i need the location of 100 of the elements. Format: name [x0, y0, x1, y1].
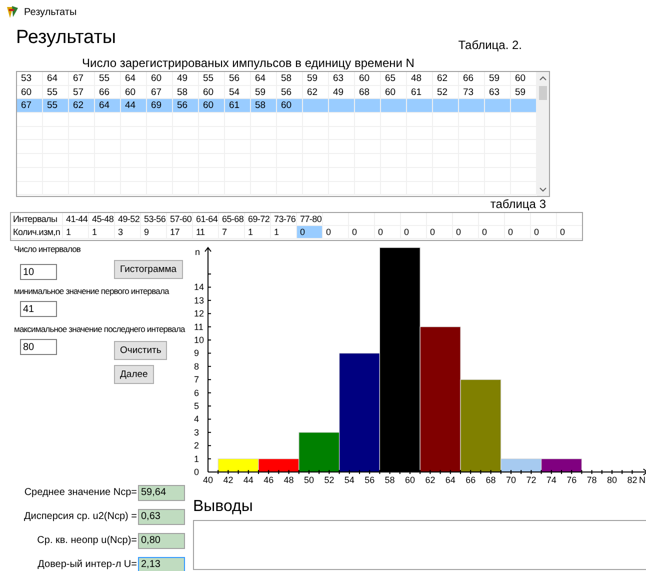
table-cell	[323, 213, 349, 226]
table-cell: 57-60	[167, 213, 193, 226]
axis-label: 54	[344, 475, 354, 485]
table-cell	[531, 213, 557, 226]
conclusions-field[interactable]	[193, 520, 646, 570]
table-cell[interactable]: 1	[63, 226, 89, 239]
table-cell: 65	[381, 72, 407, 86]
table-cell: 60	[355, 72, 381, 86]
table-cell[interactable]: 0	[505, 226, 531, 239]
table-cell: 61	[225, 99, 251, 114]
table-cell	[225, 113, 251, 127]
table-cell	[199, 182, 225, 196]
table-cell	[329, 113, 355, 127]
table-cell[interactable]: 0	[323, 226, 349, 239]
table-cell	[95, 113, 121, 127]
table-cell: 49-52	[115, 213, 141, 226]
table-cell	[329, 182, 355, 196]
table-cell	[17, 140, 43, 154]
result-field[interactable]: 2,13	[138, 556, 185, 571]
table-cell[interactable]: 0	[453, 226, 479, 239]
table-cell	[407, 182, 433, 196]
table-cell	[427, 213, 453, 226]
table-cell	[17, 113, 43, 127]
input-field[interactable]: 10	[20, 264, 57, 280]
table-label: таблица 3	[489, 197, 546, 212]
table-cell: 60	[199, 99, 225, 114]
table-cell	[303, 182, 329, 196]
table-cell	[17, 154, 43, 168]
table-cell[interactable]: 0	[401, 226, 427, 239]
table-cell	[69, 113, 95, 127]
table-cell[interactable]: 9	[141, 226, 167, 239]
action-button[interactable]: Очистить	[114, 341, 168, 360]
table-cell	[407, 99, 433, 114]
table-cell	[401, 213, 427, 226]
result-field[interactable]: 0,80	[138, 532, 185, 548]
table-cell[interactable]: 0	[531, 226, 557, 239]
table-label: Таблица. 2.	[458, 38, 522, 54]
table-cell	[277, 182, 303, 196]
axis-label: 5	[194, 401, 200, 411]
table-cell: 61-64	[193, 213, 219, 226]
table-cell[interactable]: 0	[375, 226, 401, 239]
input-field[interactable]: 41	[20, 301, 57, 317]
table-cell	[147, 182, 173, 196]
table-cell: 55	[43, 99, 69, 114]
table-cell	[459, 99, 485, 114]
axis-label: 40	[203, 475, 213, 485]
table-cell	[329, 99, 355, 114]
axis-label: 44	[243, 475, 254, 485]
table-cell[interactable]: 0	[297, 226, 323, 239]
table-cell	[121, 113, 147, 127]
axis-label: 7	[194, 374, 200, 385]
table-cell: 56	[225, 72, 251, 86]
table-cell	[17, 182, 43, 196]
table-cell[interactable]: 1	[89, 226, 115, 239]
stat-label: Дисперсия ср. u2(Nср) =	[24, 511, 137, 522]
table-cell: 62	[433, 72, 459, 86]
axis-label: 80	[607, 475, 617, 485]
table-cell	[277, 113, 303, 127]
table-cell: 65-68	[219, 213, 245, 226]
axis-label: 4	[194, 414, 200, 424]
stat-label: Ср. кв. неопр u(Nср)=	[37, 535, 137, 546]
table-cell	[121, 182, 147, 196]
axis-label: 2	[194, 440, 200, 451]
table-cell: 53	[17, 72, 43, 86]
field-label: Число интервалов	[14, 243, 81, 255]
table-cell[interactable]: 11	[193, 226, 219, 239]
table-cell	[225, 182, 251, 196]
table-cell[interactable]: 17	[167, 226, 193, 239]
table-cell	[251, 182, 277, 196]
table-cell[interactable]: 1	[245, 226, 271, 239]
axis-label: 72	[526, 475, 536, 485]
field-label: максимальное значение последнего интервала	[14, 323, 185, 335]
table-cell: 44	[121, 99, 147, 114]
result-field[interactable]: 0,63	[138, 508, 185, 524]
table-cell[interactable]: 0	[557, 226, 582, 239]
table-cell[interactable]: 0	[479, 226, 505, 239]
table-cell: 55	[199, 72, 225, 86]
input-field[interactable]: 80	[20, 339, 57, 355]
table-cell: 64	[251, 72, 277, 86]
action-button[interactable]: Гистограмма	[114, 260, 183, 279]
table-cell	[433, 99, 459, 114]
result-field[interactable]: 59,64	[138, 484, 185, 500]
table-cell: 45-48	[89, 213, 115, 226]
axis-label: 0	[194, 467, 200, 477]
table-cell	[17, 168, 43, 182]
table-cell: 66	[459, 72, 485, 86]
table-cell	[485, 182, 511, 196]
table-cell[interactable]: 7	[219, 226, 245, 239]
table-cell[interactable]: 3	[115, 226, 141, 239]
table-cell	[303, 113, 329, 127]
axis-label: 6	[194, 388, 200, 398]
table-cell: 64	[121, 72, 147, 86]
table-cell[interactable]: 0	[349, 226, 375, 239]
table-cell	[355, 113, 381, 127]
table-cell: 67	[69, 72, 95, 86]
window-title: Результаты	[24, 6, 77, 18]
table-cell[interactable]: 0	[427, 226, 453, 239]
table-cell: 67	[17, 99, 43, 114]
action-button[interactable]: Далее	[114, 365, 154, 384]
table-cell: 56	[173, 99, 199, 114]
